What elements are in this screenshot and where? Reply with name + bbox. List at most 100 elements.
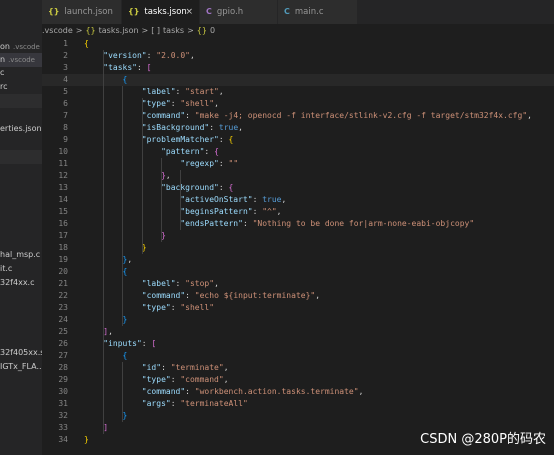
sidebar-item[interactable]: erties.json [0, 122, 42, 136]
code-line[interactable]: 6 "type": "shell", [42, 98, 554, 110]
line-number: 18 [58, 243, 68, 252]
code-line[interactable]: 12 }, [42, 170, 554, 182]
code-token: : [185, 387, 195, 396]
sidebar-item[interactable]: rc [0, 80, 8, 94]
code-text: } [84, 230, 166, 242]
sidebar-item[interactable]: IGTx_FLA... [0, 360, 42, 374]
code-token: "background" [161, 183, 219, 192]
sidebar-item[interactable]: hal_msp.c [0, 248, 40, 262]
sidebar-item[interactable]: n .vscode [0, 53, 42, 67]
code-token: "stop" [185, 279, 215, 288]
code-line[interactable]: 29 "type": "command", [42, 374, 554, 386]
code-line[interactable]: 26 "inputs": [ [42, 338, 554, 350]
code-token: { [228, 135, 234, 144]
code-text: "beginsPattern": "^", [84, 206, 282, 218]
breadcrumb: .vscode >{} tasks.json >[ ] tasks >{} 0 [42, 24, 554, 38]
breadcrumb-item[interactable]: 0 [210, 26, 215, 35]
code-line[interactable]: 25 ], [42, 326, 554, 338]
code-token: "version" [103, 51, 147, 60]
code-line[interactable]: 24 } [42, 314, 554, 326]
code-line[interactable]: 18 } [42, 242, 554, 254]
breadcrumb-item[interactable]: tasks.json [99, 26, 139, 35]
code-line[interactable]: 5 "label": "start", [42, 86, 554, 98]
breadcrumb-item[interactable]: .vscode [42, 26, 73, 35]
code-line[interactable]: 30 "command": "workbench.action.tasks.te… [42, 386, 554, 398]
breadcrumb-item[interactable]: tasks [163, 26, 184, 35]
code-token: "" [228, 159, 239, 168]
code-line[interactable]: 20 { [42, 266, 554, 278]
code-token: : [218, 183, 229, 192]
code-text: "command": "echo ${input:terminate}", [84, 290, 320, 302]
breadcrumb-item[interactable]: {} [85, 26, 95, 35]
sidebar-item-folder: .vscode [8, 56, 35, 64]
code-text: "args": "terminateAll" [84, 398, 248, 410]
sidebar-item[interactable]: 32f4xx.c [0, 276, 35, 290]
code-line[interactable]: 28 "id": "terminate", [42, 362, 554, 374]
code-line[interactable]: 4 { [42, 74, 554, 86]
code-text: "type": "command", [84, 374, 229, 386]
code-token: , [358, 387, 364, 396]
indent-guide [180, 170, 181, 230]
code-line[interactable]: 32 } [42, 410, 554, 422]
code-token: "tasks" [103, 63, 137, 72]
sidebar-item[interactable] [0, 150, 42, 164]
code-text: ] [84, 422, 108, 434]
sidebar-item[interactable]: c [0, 66, 4, 80]
code-token: : [146, 51, 157, 60]
code-line[interactable]: 8 "isBackground": true, [42, 122, 554, 134]
code-line[interactable]: 31 "args": "terminateAll" [42, 398, 554, 410]
code-token: "id" [141, 363, 162, 372]
code-line[interactable]: 3 "tasks": [ [42, 62, 554, 74]
code-token: , [527, 111, 532, 120]
code-line[interactable]: 16 "endsPattern": "Nothing to be done fo… [42, 218, 554, 230]
code-token: { [228, 183, 234, 192]
code-line[interactable]: 9 "problemMatcher": { [42, 134, 554, 146]
sidebar-item-label: it.c [0, 264, 13, 273]
sidebar-item-folder: .vscode [12, 43, 40, 51]
code-token: , [214, 99, 219, 108]
code-line[interactable]: 11 "regexp": "" [42, 158, 554, 170]
code-line[interactable]: 14 "activeOnStart": true, [42, 194, 554, 206]
tab-tasks-json[interactable]: {} tasks.json × [122, 0, 200, 24]
code-line[interactable]: 27 { [42, 350, 554, 362]
code-token: : [175, 87, 186, 96]
sidebar-item-label: hal_msp.c [0, 250, 41, 259]
code-token: , [276, 207, 282, 216]
sidebar-item[interactable]: 32f405xx.s [0, 346, 42, 360]
code-token: : [175, 279, 186, 288]
line-number: 26 [58, 339, 68, 348]
code-line[interactable]: 7 "command": "make -j4; openocd -f inter… [42, 110, 554, 122]
tab-gpio-h[interactable]: Cgpio.h [200, 0, 278, 24]
tab-launch-json[interactable]: {} launch.json [42, 0, 122, 24]
code-line[interactable]: 13 "background": { [42, 182, 554, 194]
code-text: { [84, 38, 89, 50]
code-line[interactable]: 2 "version": "2.0.0", [42, 50, 554, 62]
code-line[interactable]: 1{ [42, 38, 554, 50]
code-token: "command" [180, 375, 224, 384]
code-line[interactable]: 15 "beginsPattern": "^", [42, 206, 554, 218]
code-line[interactable]: 21 "label": "stop", [42, 278, 554, 290]
code-line[interactable]: 22 "command": "echo ${input:terminate}", [42, 290, 554, 302]
code-text: { [84, 266, 128, 278]
code-editor[interactable]: 1{2 "version": "2.0.0", 3 "tasks": [4 {5 … [42, 38, 554, 455]
tab-main-c[interactable]: Cmain.c [278, 0, 358, 24]
code-line[interactable]: 17 } [42, 230, 554, 242]
breadcrumb-item[interactable]: {} [197, 26, 207, 35]
code-line[interactable]: 10 "pattern": { [42, 146, 554, 158]
code-line[interactable]: 19 }, [42, 254, 554, 266]
code-token: "command" [141, 387, 186, 396]
code-token: "terminate" [170, 363, 224, 372]
code-token: : [170, 99, 181, 108]
breadcrumb-item[interactable]: [ ] [151, 26, 160, 35]
sidebar-item[interactable] [0, 94, 42, 108]
sidebar-item[interactable]: on .vscode [0, 40, 40, 54]
code-line[interactable]: 23 "type": "shell" [42, 302, 554, 314]
close-icon[interactable]: × [185, 0, 193, 24]
sidebar-item[interactable]: it.c [0, 262, 12, 276]
